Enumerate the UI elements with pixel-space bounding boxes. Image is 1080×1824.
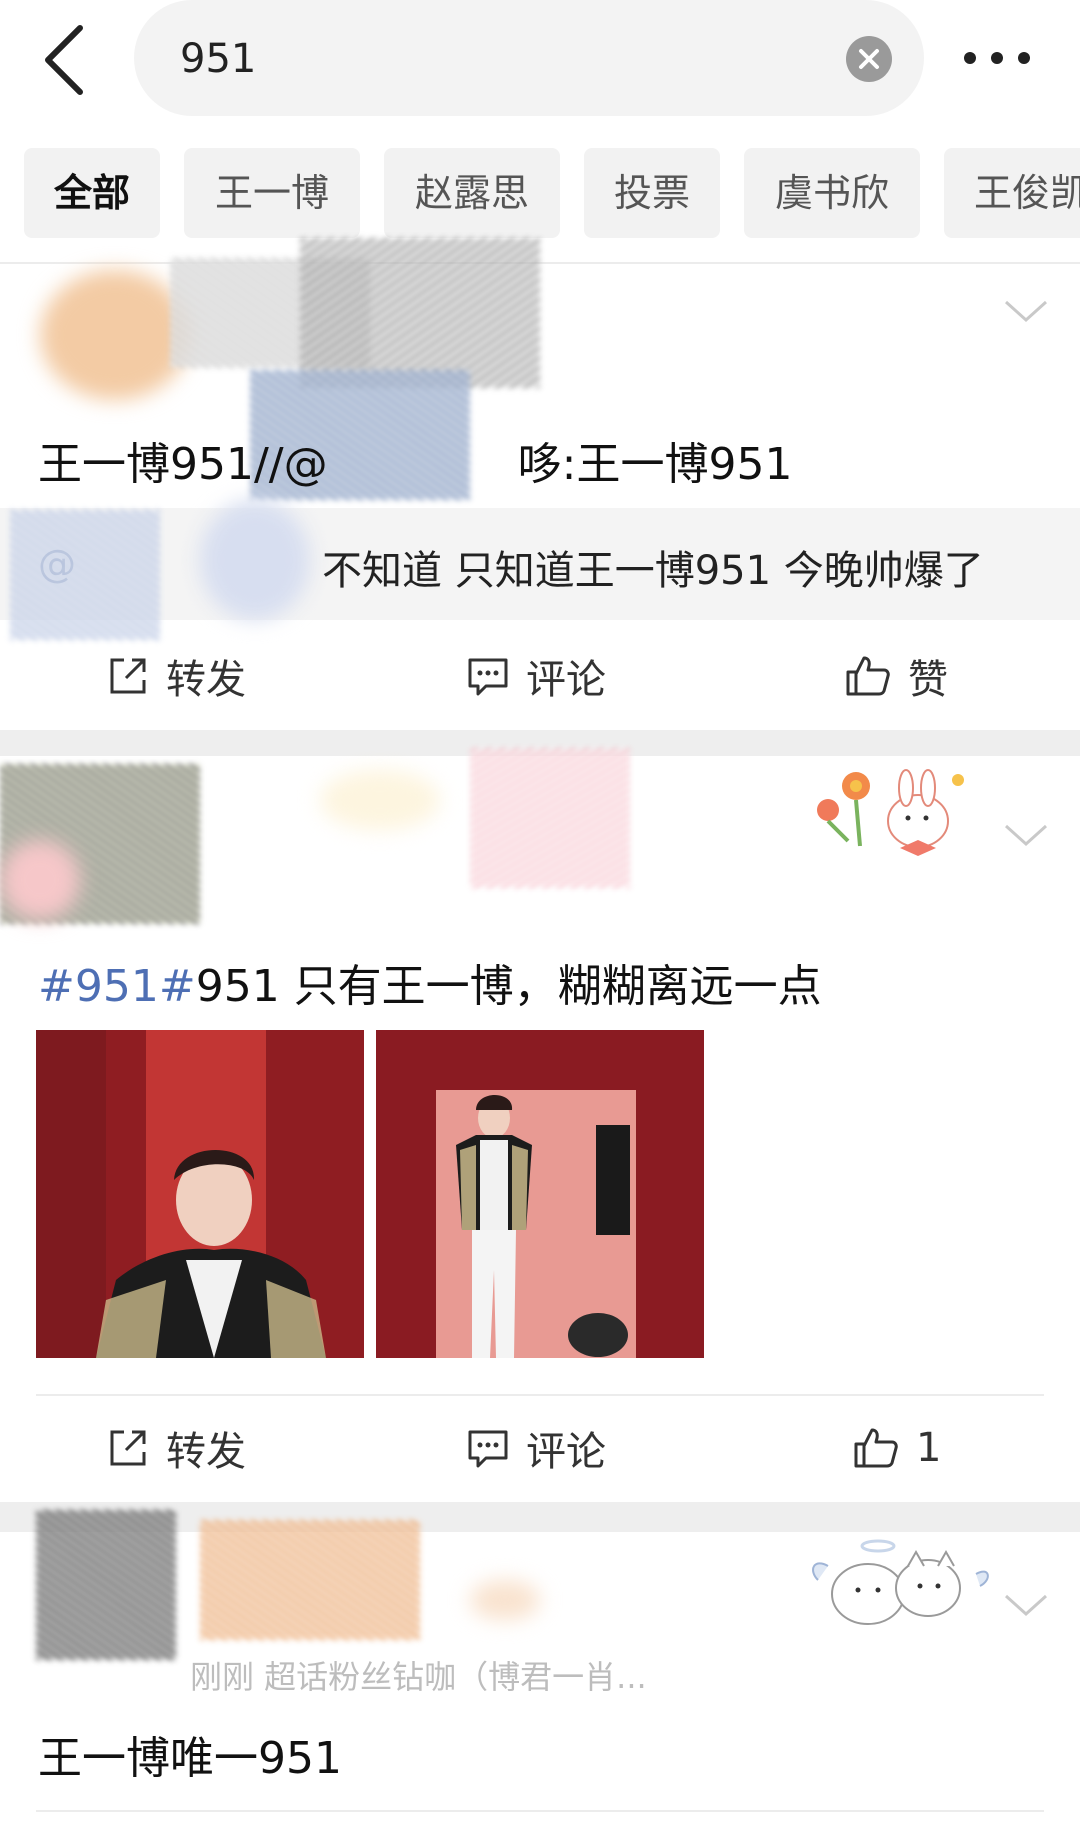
tab-vote[interactable]: 投票 [584,148,720,238]
chevron-down-icon[interactable] [1004,298,1048,324]
chevron-down-icon[interactable] [1004,822,1048,848]
divider [36,1810,1044,1812]
avatar[interactable] [40,270,190,400]
thumbs-up-icon [854,1428,898,1468]
like-count: 1 [916,1425,942,1471]
comment-icon [468,658,508,696]
post-image[interactable] [36,1030,364,1358]
tab-wang-junkai[interactable]: 王俊凯 [944,148,1080,238]
redaction-scribble [10,510,160,640]
repost-button[interactable]: 转发 [106,1418,246,1478]
clear-icon[interactable] [846,36,892,82]
tab-yu-shuxin[interactable]: 虞书欣 [744,148,920,238]
post-text: 王一博唯一951 [38,1733,342,1784]
tab-zhao-lusi[interactable]: 赵露思 [384,148,560,238]
avatar[interactable] [36,1510,176,1660]
tab-wang-yibo[interactable]: 王一博 [184,148,360,238]
decoration-sticker-icon [808,1530,992,1634]
share-icon [110,1430,146,1466]
comment-icon [468,1430,508,1468]
divider [36,1394,1044,1396]
redaction-scribble [200,1520,420,1640]
top-bar: 951 [0,0,1080,130]
post-meta: 刚刚 超话粉丝钻咖（博君一肖... [190,1658,647,1696]
post-text: 王一博951//@ 哆:王一博951 [38,439,793,490]
share-icon [110,658,146,694]
repost-box[interactable]: @ 不知道 只知道王一博951 今晚帅爆了 [0,508,1080,620]
more-icon[interactable] [960,38,1042,78]
filter-tabs: 全部 王一博 赵露思 投票 虞书欣 王俊凯 [0,148,1080,240]
like-button[interactable]: 1 [852,1418,941,1478]
decoration-sticker-icon [808,766,974,866]
divider [0,262,1080,264]
search-input[interactable]: 951 [134,0,924,116]
redaction-scribble [470,1580,540,1620]
comment-button[interactable]: 评论 [466,646,606,706]
post-image[interactable] [376,1030,704,1358]
repost-text: 不知道 只知道王一博951 今晚帅爆了 [322,548,984,594]
repost-button[interactable]: 转发 [106,646,246,706]
redaction-scribble [200,500,310,620]
hashtag-link[interactable]: #951# [38,961,196,1012]
redaction-scribble [0,840,80,920]
redaction-scribble [320,770,440,830]
tab-all[interactable]: 全部 [24,148,160,238]
thumbs-up-icon [846,656,890,696]
chevron-down-icon[interactable] [1004,1592,1048,1618]
comment-button[interactable]: 评论 [466,1418,606,1478]
redaction-scribble [300,238,540,388]
search-query: 951 [180,36,257,82]
post-text: #951#951 只有王一博，糊糊离远一点 [38,961,822,1012]
back-arrow-icon[interactable] [36,22,96,98]
redaction-scribble [470,748,630,888]
like-button[interactable]: 赞 [844,646,948,706]
